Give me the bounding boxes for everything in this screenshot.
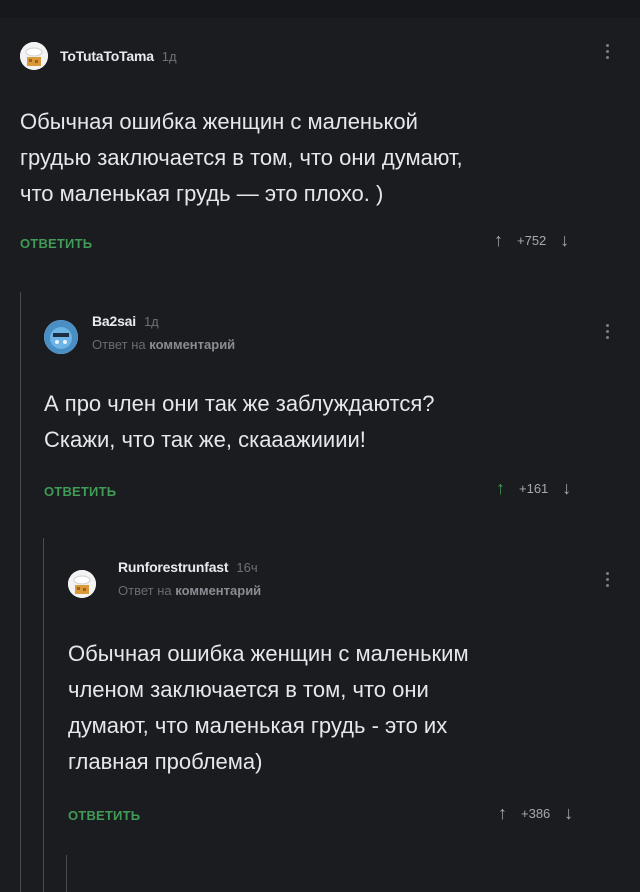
arrow-up-icon[interactable]: ↑ <box>494 230 503 251</box>
character-avatar-icon <box>44 320 78 354</box>
chef-avatar-icon <box>20 42 48 70</box>
timestamp: 1д <box>161 49 177 64</box>
arrow-down-icon[interactable]: ↓ <box>564 803 573 824</box>
chef-avatar-icon <box>68 570 96 598</box>
username[interactable]: Runforestrunfast <box>118 559 229 575</box>
comment-text: А про член они так же заблуждаются? Скаж… <box>44 391 435 452</box>
reply-button[interactable]: ОТВЕТИТЬ <box>44 484 116 499</box>
rating-value: +161 <box>519 481 549 496</box>
username[interactable]: Ba2sai <box>92 313 136 329</box>
avatar[interactable] <box>68 570 96 598</box>
timestamp: 16ч <box>236 559 258 575</box>
reply-to-label: Ответ на комментарий <box>118 582 262 598</box>
rating-value: +752 <box>517 233 547 248</box>
comment-text: Обычная ошибка женщин с маленьким членом… <box>68 641 469 774</box>
reply-button[interactable]: ОТВЕТИТЬ <box>68 808 140 823</box>
comment-header: Ba2sai 1д Ответ на комментарий <box>44 310 235 354</box>
reply-to-link[interactable]: комментарий <box>175 583 261 598</box>
comment-header: Runforestrunfast 16ч Ответ на комментари… <box>68 558 261 598</box>
username[interactable]: ToTutaToTama <box>60 48 154 64</box>
rating-controls: ↑ +386 ↓ <box>498 803 573 824</box>
rating-controls: ↑ +161 ↓ <box>496 478 571 499</box>
rating-controls: ↑ +752 ↓ <box>494 230 569 251</box>
thread-line-level-3[interactable] <box>66 855 67 892</box>
rating-value: +386 <box>521 806 551 821</box>
arrow-down-icon[interactable]: ↓ <box>560 230 569 251</box>
arrow-up-icon[interactable]: ↑ <box>498 803 507 824</box>
reply-button[interactable]: ОТВЕТИТЬ <box>20 236 92 251</box>
reply-to-label: Ответ на комментарий <box>92 336 236 352</box>
comment-header: ToTutaToTama 1д <box>20 42 177 70</box>
kebab-menu-icon[interactable] <box>606 572 610 590</box>
avatar[interactable] <box>44 320 78 354</box>
arrow-down-icon[interactable]: ↓ <box>562 478 571 499</box>
thread-line-level-1[interactable] <box>20 292 21 892</box>
timestamp: 1д <box>143 313 159 329</box>
arrow-up-icon[interactable]: ↑ <box>496 478 505 499</box>
kebab-menu-icon[interactable] <box>606 44 610 62</box>
thread-line-level-2[interactable] <box>43 538 44 892</box>
reply-to-link[interactable]: комментарий <box>149 337 235 352</box>
kebab-menu-icon[interactable] <box>606 324 610 342</box>
comment-text: Обычная ошибка женщин с маленькой грудью… <box>20 109 463 206</box>
top-bar <box>0 0 640 18</box>
avatar[interactable] <box>20 42 48 70</box>
